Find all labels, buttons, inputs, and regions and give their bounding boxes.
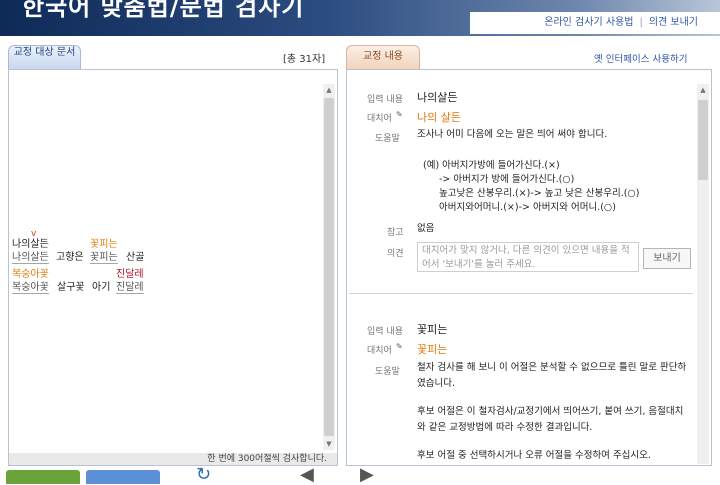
correction-panel: 입력 내용 나의살든 대치어 ✎ 나의 살든 도움말 조사나 어미 다음에 오는… [346,69,712,466]
tab-target-document[interactable]: 교정 대상 문서 [8,45,81,69]
char-count: [총 31자] [283,54,326,65]
checked-word: 고향은 [56,252,84,263]
entry-divider [349,293,693,294]
document-panel: v 나의살든 꽃피는 나의살든 고향은 꽃피는 산골 복숭아꽃 진달레 복숭아꽃… [8,69,338,466]
help-spacer [417,392,689,404]
checked-word[interactable]: 꽃피는 [90,248,118,264]
example-line: 아버지와어머니.(×)-> 아버지와 어머니.(○) [439,202,616,213]
refresh-icon[interactable]: ↻ [196,466,211,484]
correction-scrollbar[interactable]: ▲ [697,84,709,464]
app-header: 한국어 맞춤법/문법 검사기 온라인 검사기 사용법 | 의견 보내기 [0,0,720,36]
checked-word[interactable]: 복숭아꽃 [12,278,49,294]
entry1-ref: 없음 [417,223,435,234]
tab-correction-content[interactable]: 교정 내용 [346,45,420,69]
next-arrow-icon[interactable]: ▶ [360,466,374,484]
recheck-button[interactable] [6,470,80,484]
entry2-alt[interactable]: 꽃피는 [417,341,447,357]
label-alt: 대치어 [367,346,392,356]
entry1-alt[interactable]: 나의 살든 [417,109,461,125]
label-alt: 대치어 [367,114,392,124]
help-line: 철자 검사를 해 보니 이 어절은 분석할 수 없으므로 틀린 말로 판단하였습… [417,362,687,389]
entry1-help: 조사나 어미 다음에 오는 말은 띄어 써야 합니다. [417,129,608,140]
opinion-textarea[interactable]: 대치어가 맞지 않거나, 다른 의견이 있으면 내용을 적어서 '보내기'를 눌… [417,242,639,272]
label-input: 입력 내용 [367,327,403,337]
entry2-input: 꽃피는 [417,323,448,336]
pencil-icon: ✎ [396,342,403,351]
old-interface-link[interactable]: 옛 인터페이스 사용하기 [594,51,687,65]
help-line: 후보 어절 중 선택하시거나 오류 어절을 수정하여 주십시오. [417,450,651,461]
pencil-icon: ✎ [396,110,403,119]
document-scrollbar[interactable]: ▲ ▼ [323,84,335,450]
label-help: 도움말 [375,134,400,144]
prev-arrow-icon[interactable]: ◀ [300,466,314,484]
help-spacer [417,436,689,448]
scrollbar-thumb[interactable] [324,98,334,436]
send-button[interactable]: 보내기 [643,248,691,269]
copy-button[interactable] [86,470,160,484]
checked-word: 살구꽃 [57,282,85,293]
app-title: 한국어 맞춤법/문법 검사기 [22,0,305,21]
scrollbar-thumb[interactable] [698,100,708,180]
label-ref: 참고 [387,228,404,238]
checked-word: 아기 [92,282,111,293]
checked-word: 산골 [126,252,145,263]
label-help: 도움말 [375,367,400,377]
usage-guide-link[interactable]: 온라인 검사기 사용법 [544,17,633,28]
label-opinion: 의견 [387,249,404,259]
label-input: 입력 내용 [367,95,403,105]
entry1-input: 나의살든 [417,91,458,104]
scroll-up-icon[interactable]: ▲ [323,84,335,96]
header-links: 온라인 검사기 사용법 | 의견 보내기 [470,12,720,34]
entry2-help: 철자 검사를 해 보니 이 어절은 분석할 수 없으므로 틀린 말로 판단하였습… [417,360,689,464]
checked-word[interactable]: 나의살든 [12,248,49,264]
send-feedback-link[interactable]: 의견 보내기 [649,17,698,28]
checked-word[interactable]: 진달레 [116,278,144,294]
help-line: 후보 어절은 이 철자검사/교정기에서 띄어쓰기, 붙여 쓰기, 음절대치와 같… [417,406,684,433]
link-separator: | [639,17,643,28]
scroll-down-icon[interactable]: ▼ [323,438,335,450]
footer-note: 한 번에 300어절씩 검사합니다. [9,453,337,465]
scroll-up-icon[interactable]: ▲ [697,84,709,96]
